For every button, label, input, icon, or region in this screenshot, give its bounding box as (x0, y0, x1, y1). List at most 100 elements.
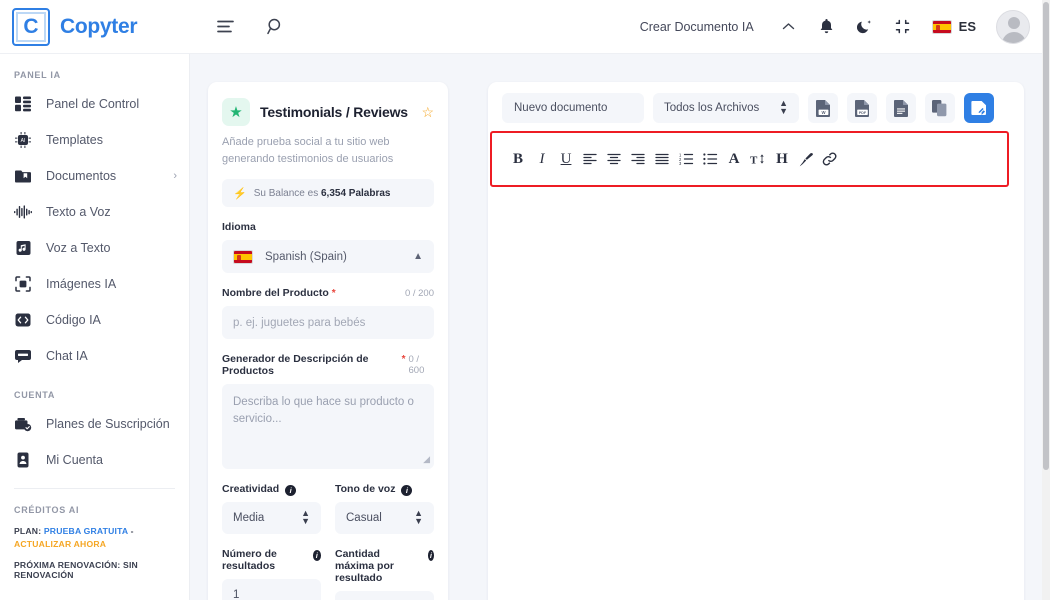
results-value: 1 (233, 589, 240, 600)
tone-select[interactable]: Casual ▲ ▼ (335, 502, 434, 535)
brand-name: Copyter (60, 14, 138, 38)
maxlen-label-text: Cantidad máxima por resultado (335, 548, 394, 585)
sidebar-item-label: Planes de Suscripción (46, 417, 170, 431)
ordered-list-icon[interactable]: 1 2 3 (674, 146, 698, 172)
sidebar-item-codigo-ia[interactable]: Código IA (0, 302, 189, 338)
info-icon[interactable]: i (401, 485, 413, 497)
sidebar-item-label: Panel de Control (46, 97, 140, 111)
file-filter-value: Todos los Archivos (664, 102, 760, 114)
description-textarea[interactable]: Describa lo que hace su producto o servi… (222, 384, 434, 470)
plan-prefix: PLAN: (14, 526, 42, 536)
sidebar-item-texto-a-voz[interactable]: Texto a Voz (0, 194, 189, 230)
scrollbar-thumb[interactable] (1043, 2, 1049, 470)
product-name-input[interactable]: p. ej. juguetes para bebés (222, 306, 434, 340)
product-name-counter: 0 / 200 (404, 288, 434, 300)
template-form-card: ★ Testimonials / Reviews ☆ Añade prueba … (208, 82, 448, 600)
sidebar-item-chat-ia[interactable]: Chat IA (0, 338, 189, 374)
maxlen-input[interactable]: 1000 (335, 591, 434, 600)
sidebar-item-voz-a-texto[interactable]: Voz a Texto (0, 230, 189, 266)
svg-text:3: 3 (679, 161, 682, 165)
moon-icon[interactable] (848, 10, 882, 44)
compress-icon[interactable] (886, 10, 920, 44)
chip-ai-icon: AI (14, 131, 32, 149)
stepper-arrows-icon: ▲ ▼ (779, 98, 788, 116)
creativity-select[interactable]: Media ▲ ▼ (222, 502, 321, 535)
chevron-right-icon: › (173, 170, 177, 182)
font-color-icon[interactable]: A (722, 146, 746, 172)
star-outline-icon[interactable]: ☆ (421, 104, 434, 121)
heading-icon[interactable]: H (770, 146, 794, 172)
menu-icon[interactable] (208, 10, 242, 44)
info-icon[interactable]: i (312, 550, 321, 562)
align-right-icon[interactable] (626, 146, 650, 172)
required-mark: * (401, 354, 406, 366)
sidebar-item-mi-cuenta[interactable]: Mi Cuenta (0, 442, 189, 478)
font-size-icon[interactable]: T (746, 146, 770, 172)
top-bar-actions: Crear Documento IA ES (640, 9, 1042, 44)
language-label: Idioma (222, 221, 434, 233)
creativity-group: Creatividad i Media ▲ ▼ (222, 469, 321, 535)
language-selector[interactable]: ES (924, 19, 984, 34)
export-pdf-button[interactable]: PDF (847, 93, 877, 123)
product-name-label: Nombre del Producto * 0 / 200 (222, 287, 434, 299)
highlight-brush-icon[interactable] (794, 146, 818, 172)
page-scrollbar[interactable] (1042, 0, 1050, 600)
sidebar-item-label: Voz a Texto (46, 241, 111, 255)
editor-content-area[interactable] (488, 194, 1024, 600)
sidebar-item-templates[interactable]: AI Templates (0, 122, 189, 158)
resize-handle[interactable]: ◢ (423, 453, 430, 467)
export-word-button[interactable]: W (808, 93, 838, 123)
underline-icon[interactable]: U (554, 146, 578, 172)
document-toolbar: Nuevo documento Todos los Archivos ▲▼ W (488, 82, 1024, 123)
sidebar: PANEL IA Panel de Control AI Templates D… (0, 54, 190, 600)
balance-prefix: Su Balance es (253, 187, 319, 199)
results-input[interactable]: 1 (222, 579, 321, 600)
language-code: ES (958, 19, 976, 34)
create-document-link[interactable]: Crear Documento IA (640, 20, 754, 34)
sidebar-section-account: CUENTA (14, 390, 56, 400)
main-content: ★ Testimonials / Reviews ☆ Añade prueba … (190, 54, 1042, 600)
align-center-icon[interactable] (602, 146, 626, 172)
save-document-button[interactable] (964, 93, 994, 123)
unordered-list-icon[interactable] (698, 146, 722, 172)
language-select[interactable]: Spanish (Spain) ▲ (222, 240, 434, 274)
balance-badge: ⚡ Su Balance es 6,354 Palabras (222, 179, 434, 208)
info-icon[interactable]: i (427, 550, 434, 562)
product-name-label-text: Nombre del Producto (222, 287, 329, 300)
language-label-text: Idioma (222, 221, 256, 234)
description-label: Generador de Descripción de Productos * … (222, 353, 434, 377)
spain-flag-icon (931, 19, 952, 34)
export-text-button[interactable] (886, 93, 916, 123)
dashboard-icon (14, 95, 32, 113)
chevron-up-icon[interactable] (772, 10, 806, 44)
info-icon[interactable]: i (285, 485, 297, 497)
align-justify-icon[interactable] (650, 146, 674, 172)
avatar[interactable] (996, 9, 1030, 44)
sidebar-item-label: Código IA (46, 313, 101, 327)
upgrade-link[interactable]: ACTUALIZAR AHORA (14, 539, 106, 549)
results-label: Número de resultados i (222, 548, 321, 572)
file-filter-select[interactable]: Todos los Archivos ▲ ▼ (653, 93, 799, 123)
search-icon[interactable] (258, 10, 292, 44)
sidebar-item-planes-de-suscripcion[interactable]: Planes de Suscripción (0, 406, 189, 442)
italic-icon[interactable]: I (530, 146, 554, 172)
tone-value: Casual (346, 512, 382, 525)
sidebar-section-panel: PANEL IA (14, 70, 61, 80)
plan-line: PLAN: PRUEBA GRATUITA - ACTUALIZAR AHORA (14, 525, 175, 551)
document-name-input[interactable]: Nuevo documento (502, 93, 644, 123)
sidebar-item-imagenes-ia[interactable]: Imágenes IA (0, 266, 189, 302)
required-mark: * (331, 288, 336, 300)
sidebar-item-panel-de-control[interactable]: Panel de Control (0, 86, 189, 122)
top-bar: C Copyter Crear Documento IA ES (0, 0, 1042, 54)
link-icon[interactable] (818, 146, 842, 172)
stepper-arrows-icon: ▲ ▼ (414, 508, 423, 527)
brand-logo[interactable]: C Copyter (0, 7, 190, 46)
bell-icon[interactable] (810, 10, 844, 44)
sidebar-item-documentos[interactable]: Documentos › (0, 158, 189, 194)
copy-button[interactable] (925, 93, 955, 123)
align-left-icon[interactable] (578, 146, 602, 172)
sidebar-section-credits: CRÉDITOS AI (14, 505, 80, 515)
tone-label: Tono de voz i (335, 483, 434, 497)
camera-icon (14, 275, 32, 293)
bold-icon[interactable]: B (506, 146, 530, 172)
